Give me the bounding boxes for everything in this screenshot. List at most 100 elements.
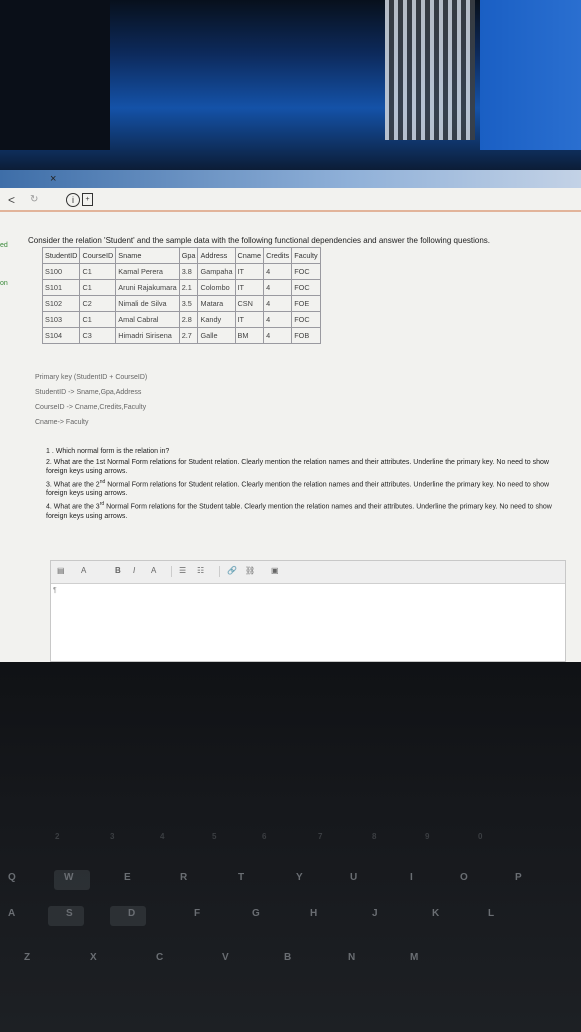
key: 3 [110, 832, 115, 841]
browser-tab-bar: × [0, 170, 581, 188]
browser-nav-bar: < ↻ i + [0, 190, 581, 212]
table-cell: 4 [263, 279, 293, 296]
key: L [488, 908, 495, 919]
numbered-list-icon[interactable]: ☷ [197, 566, 204, 575]
toolbar-divider [171, 566, 172, 577]
column-header: Cname [234, 247, 265, 264]
table-cell: 4 [263, 311, 293, 328]
close-tab-icon[interactable]: × [50, 173, 56, 185]
table-cell: FOC [291, 263, 321, 280]
key: 6 [262, 832, 267, 841]
key: U [350, 872, 358, 883]
dependency-line: StudentID -> Sname,Gpa,Address [35, 389, 142, 396]
editor-text-area[interactable]: ¶ [53, 587, 57, 594]
column-header: Gpa [178, 247, 199, 264]
key: 7 [318, 832, 323, 841]
font-color-button[interactable]: A [151, 566, 156, 575]
table-cell: C2 [79, 295, 117, 312]
table-cell: C3 [79, 327, 117, 344]
info-icon[interactable]: i [66, 193, 80, 207]
table-row: S104 C3 Himadri Sirisena 2.7 Galle BM 4 … [41, 327, 321, 344]
table-cell: 4 [263, 327, 293, 344]
table-cell: FOB [291, 327, 321, 344]
question-item: 4. What are the 3rd Normal Form relation… [46, 500, 552, 520]
key: 4 [160, 832, 165, 841]
key: 5 [212, 832, 217, 841]
key: T [238, 872, 245, 883]
table-cell: BM [234, 327, 265, 344]
toolbar-toggle-icon[interactable]: ▤ [57, 566, 65, 575]
key: Y [296, 872, 303, 883]
table-cell: 3.5 [178, 295, 199, 312]
key: Q [8, 872, 16, 883]
column-header: Sname [115, 247, 180, 264]
sidebar-label: on [0, 280, 8, 287]
table-cell: FOC [291, 279, 321, 296]
key: D [128, 908, 136, 919]
table-cell: S102 [41, 295, 81, 312]
back-icon[interactable]: < [8, 193, 15, 207]
table-cell: FOE [291, 295, 321, 312]
table-cell: Amal Cabral [115, 311, 180, 328]
table-cell: 4 [263, 263, 293, 280]
key: H [310, 908, 318, 919]
key: W [64, 872, 74, 883]
toolbar-divider [219, 566, 220, 577]
link-icon[interactable]: 🔗 [227, 566, 237, 575]
table-cell: IT [234, 263, 265, 280]
key: F [194, 908, 201, 919]
key: C [156, 952, 164, 963]
table-cell: Gampaha [197, 263, 236, 280]
italic-button[interactable]: I [133, 566, 135, 575]
table-cell: IT [234, 311, 265, 328]
question-item: 2. What are the 1st Normal Form relation… [46, 458, 549, 476]
question-content: Consider the relation 'Student' and the … [28, 236, 568, 344]
key: G [252, 908, 260, 919]
table-cell: Colombo [197, 279, 236, 296]
answer-editor[interactable]: ▤ A B I A ☰ ☷ 🔗 ⛓ ▣ ¶ [50, 560, 566, 662]
page-icon[interactable]: + [82, 193, 93, 206]
key: J [372, 908, 378, 919]
table-cell: S103 [41, 311, 81, 328]
key: 2 [55, 832, 60, 841]
table-cell: 2.8 [178, 311, 199, 328]
key: I [410, 872, 413, 883]
bullet-list-icon[interactable]: ☰ [179, 566, 186, 575]
dependency-line: CourseID -> Cname,Credits,Faculty [35, 404, 147, 411]
key: S [66, 908, 73, 919]
unlink-icon[interactable]: ⛓ [245, 566, 255, 575]
key: P [515, 872, 522, 883]
background-shadow [0, 0, 110, 150]
question-list: 1 . Which normal form is the relation in… [46, 447, 556, 522]
table-cell: Himadri Sirisena [115, 327, 180, 344]
table-cell: 2.1 [178, 279, 199, 296]
table-row: S101 C1 Aruni Rajakumara 2.1 Colombo IT … [41, 279, 321, 296]
key: 8 [372, 832, 377, 841]
dependency-line: Cname-> Faculty [35, 419, 89, 426]
table-cell: S104 [41, 327, 81, 344]
table-cell: 2.7 [178, 327, 199, 344]
column-header: Faculty [291, 247, 321, 264]
image-icon[interactable]: ▣ [271, 566, 279, 575]
table-cell: Galle [197, 327, 236, 344]
key: V [222, 952, 229, 963]
font-size-button[interactable]: A [81, 566, 86, 575]
question-prompt: Consider the relation 'Student' and the … [28, 236, 491, 245]
key: 9 [425, 832, 430, 841]
student-relation-table: StudentID CourseID Sname Gpa Address Cna… [41, 247, 321, 344]
bold-button[interactable]: B [115, 566, 121, 575]
question-item: 3. What are the 2nd Normal Form relation… [46, 478, 550, 498]
refresh-icon[interactable]: ↻ [30, 194, 38, 205]
table-cell: Nimali de Silva [115, 295, 180, 312]
column-header: Address [197, 247, 236, 264]
table-row: S102 C2 Nimali de Silva 3.5 Matara CSN 4… [41, 295, 321, 312]
key: Z [24, 952, 31, 963]
column-header: StudentID [41, 247, 81, 264]
dependency-line: Primary key (StudentID + CourseID) [35, 374, 148, 381]
table-cell: C1 [79, 263, 117, 280]
laptop-screen: × < ↻ i + ed on Consider the relation 'S… [0, 170, 581, 662]
functional-dependencies: Primary key (StudentID + CourseID) Stude… [35, 370, 147, 430]
key: 0 [478, 832, 483, 841]
key: X [90, 952, 97, 963]
table-cell: IT [234, 279, 265, 296]
